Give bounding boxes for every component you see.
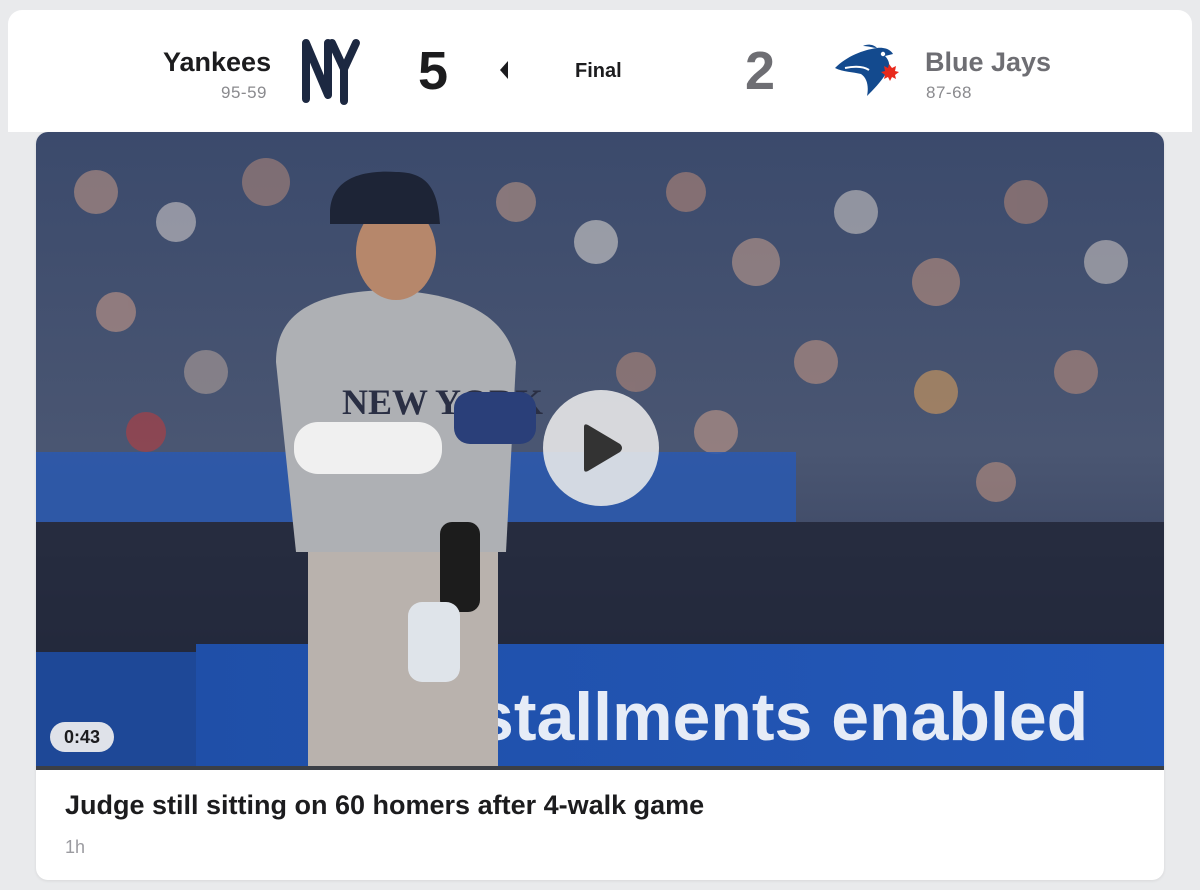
- banner-text: stallments enabled: [476, 679, 1088, 755]
- home-team-name: Blue Jays: [925, 47, 1052, 77]
- game-status: Final: [575, 60, 622, 82]
- video-duration-badge: 0:43: [50, 722, 115, 752]
- away-team-score: 5: [418, 41, 449, 101]
- blue-jays-logo: [833, 42, 903, 98]
- story-headline[interactable]: Judge still sitting on 60 homers after 4…: [65, 790, 704, 821]
- away-team-record: 95-59: [221, 83, 267, 102]
- away-team-name: Yankees: [163, 47, 272, 77]
- scoreboard-header[interactable]: Yankees 95-59 5 Final 2 Blue Jays 87-68: [8, 10, 1192, 132]
- play-icon: [584, 424, 622, 472]
- video-thumbnail[interactable]: stallments enabled NEW YORK 0:43: [36, 132, 1164, 770]
- news-card[interactable]: stallments enabled NEW YORK 0:43 Judge s…: [36, 132, 1164, 880]
- story-timestamp: 1h: [65, 837, 86, 857]
- yankees-logo: [298, 35, 364, 107]
- caret-left-icon: [498, 60, 510, 80]
- home-team-record: 87-68: [926, 83, 972, 102]
- home-team-score: 2: [745, 41, 776, 101]
- play-button[interactable]: [543, 390, 659, 506]
